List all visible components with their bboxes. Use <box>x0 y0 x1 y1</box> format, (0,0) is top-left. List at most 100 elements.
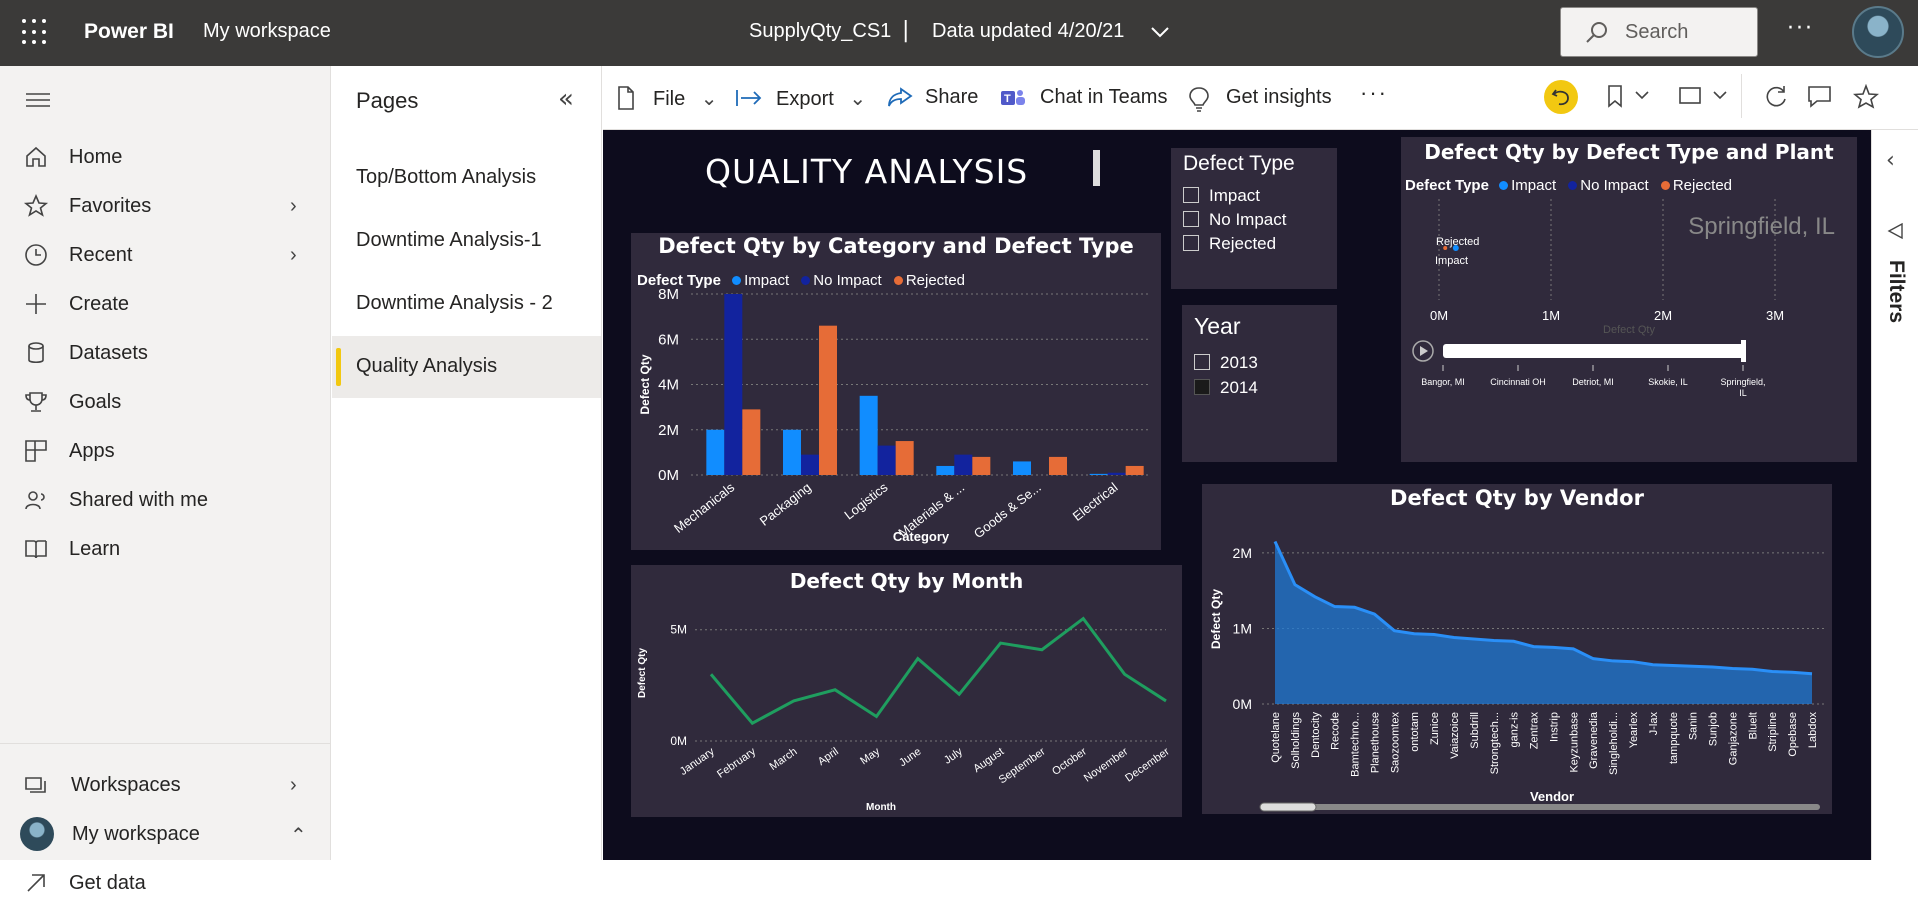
export-menu[interactable]: Export ⌄ <box>736 86 866 111</box>
y-tick-label: 0M <box>670 734 687 748</box>
filters-label[interactable]: Filters <box>1884 260 1908 323</box>
category-bar-chart[interactable]: Defect Qty by Category and Defect Type D… <box>631 233 1161 550</box>
x-tick-label: March <box>768 746 800 773</box>
checkbox[interactable] <box>1183 235 1199 251</box>
plus-icon <box>26 294 46 314</box>
share-label: Share <box>925 86 979 108</box>
hamburger-menu-icon[interactable] <box>26 92 50 108</box>
search-icon <box>1586 22 1607 43</box>
bar <box>783 429 801 475</box>
left-navigation: Home Favorites › Recent › Create Dataset… <box>0 66 331 894</box>
database-icon <box>28 342 44 364</box>
nav-datasets[interactable]: Datasets <box>0 326 331 382</box>
nav-favorites[interactable]: Favorites › <box>0 179 331 235</box>
x-tick-label: ontotam <box>1409 712 1421 752</box>
chevron-down-icon[interactable] <box>1150 22 1170 42</box>
nav-learn[interactable]: Learn <box>0 522 331 578</box>
plant-scatter-chart[interactable]: Defect Qty by Defect Type and Plant Defe… <box>1401 137 1857 462</box>
nav-home-label: Home <box>69 146 123 168</box>
toolbar-divider <box>1741 74 1742 118</box>
brand-name[interactable]: Power BI <box>84 20 174 44</box>
checkbox[interactable] <box>1194 354 1210 370</box>
nav-goals-label: Goals <box>69 391 122 413</box>
nav-get-data[interactable]: Get data <box>0 856 331 912</box>
checkbox[interactable] <box>1183 211 1199 227</box>
nav-apps[interactable]: Apps <box>0 424 331 480</box>
nav-create[interactable]: Create <box>0 277 331 333</box>
x-tick-label: 0M <box>1430 308 1448 323</box>
share-button[interactable]: Share <box>887 86 978 109</box>
nav-workspaces[interactable]: Workspaces › <box>0 758 331 814</box>
slicer-option-rejected[interactable]: Rejected <box>1183 234 1276 254</box>
checkbox[interactable] <box>1183 187 1199 203</box>
year-slicer: Year 2013 2014 <box>1182 305 1337 462</box>
x-tick-label: Quotelane <box>1270 712 1282 763</box>
chevron-up-icon[interactable]: ⌃ <box>290 823 307 848</box>
page-tab[interactable]: Top/Bottom Analysis <box>332 147 601 209</box>
star-icon <box>1853 84 1879 109</box>
more-options-button[interactable]: ··· <box>1787 16 1814 41</box>
bar <box>859 395 878 475</box>
page-tab[interactable]: Downtime Analysis - 2 <box>332 273 601 335</box>
page-tab[interactable]: Downtime Analysis-1 <box>332 210 601 272</box>
y-tick-label: 5M <box>670 623 687 637</box>
slicer-option-2013[interactable]: 2013 <box>1194 353 1258 373</box>
get-insights-button[interactable]: Get insights <box>1188 86 1332 112</box>
x-axis-label: Month <box>866 802 896 813</box>
chat-in-teams-button[interactable]: T Chat in Teams <box>1000 86 1167 109</box>
y-tick-label: 6M <box>658 331 679 348</box>
slicer-option-impact[interactable]: Impact <box>1183 186 1260 206</box>
slicer-title: Year <box>1194 313 1241 339</box>
more-options-button[interactable]: ··· <box>1360 80 1388 106</box>
report-canvas: QUALITY ANALYSIS Defect Type Impact No I… <box>603 130 1871 860</box>
refresh-icon <box>1766 86 1786 107</box>
month-line-chart[interactable]: Defect Qty by Month 0M 5M Defect Qty Januar… <box>631 565 1182 817</box>
report-toolbar: File ⌄ Export ⌄ Share T Chat in Teams Ge… <box>603 66 1918 130</box>
option-label: 2014 <box>1220 378 1258 397</box>
x-tick-label: Bamtechno... <box>1350 712 1362 777</box>
x-tick-label: Logistics <box>841 479 890 522</box>
x-tick-label: Planethouse <box>1369 712 1381 773</box>
title-separator: | <box>902 18 910 43</box>
file-menu[interactable]: File ⌄ <box>617 86 718 111</box>
x-tick-label: December <box>1123 745 1172 784</box>
play-axis-track <box>1443 344 1745 358</box>
x-tick-label: tampquote <box>1668 712 1680 764</box>
checkbox-checked[interactable] <box>1194 379 1210 395</box>
avatar[interactable] <box>1852 6 1904 58</box>
x-tick-label: Singleholdi... <box>1608 712 1620 775</box>
x-tick-label: Sanin <box>1688 712 1700 740</box>
nav-goals[interactable]: Goals <box>0 375 331 431</box>
search-box[interactable]: Search <box>1560 7 1758 57</box>
nav-my-workspace[interactable]: My workspace ⌃ <box>0 807 331 863</box>
chevron-right-icon[interactable]: › <box>290 195 297 218</box>
nav-shared-with-me[interactable]: Shared with me <box>0 473 331 529</box>
y-tick-label: 1M <box>1233 620 1252 636</box>
defect-type-slicer: Defect Type Impact No Impact Rejected <box>1171 148 1337 289</box>
share-icon <box>888 87 913 107</box>
slicer-option-2014[interactable]: 2014 <box>1194 378 1258 398</box>
page-tab-active[interactable]: Quality Analysis <box>332 336 601 398</box>
chevron-right-icon[interactable]: › <box>290 244 297 267</box>
x-tick-label: Ganjazone <box>1727 712 1739 765</box>
chevron-down-icon: ⌄ <box>700 88 718 110</box>
shared-icon <box>25 491 45 510</box>
vendor-area-chart[interactable]: Defect Qty by Vendor 0M 1M 2M Defect Qty Quo… <box>1202 484 1832 814</box>
play-axis-label: Springfield, <box>1720 377 1765 387</box>
nav-recent[interactable]: Recent › <box>0 228 331 284</box>
play-axis-label: Skokie, IL <box>1648 377 1688 387</box>
point-label: Rejected <box>1436 236 1479 248</box>
chevron-right-icon[interactable]: › <box>290 774 297 797</box>
nav-home[interactable]: Home <box>0 130 331 186</box>
data-updated-label[interactable]: Data updated 4/20/21 <box>932 20 1124 43</box>
arrow-up-right-icon <box>27 874 45 892</box>
x-tick-label: May <box>858 745 882 767</box>
slicer-option-no-impact[interactable]: No Impact <box>1183 210 1286 230</box>
app-launcher-icon[interactable] <box>22 19 48 45</box>
chevron-left-icon[interactable]: ‹ <box>1886 148 1895 173</box>
workspace-link[interactable]: My workspace <box>203 20 331 43</box>
reset-button[interactable] <box>1544 80 1578 114</box>
star-icon <box>23 193 49 217</box>
bar <box>1089 473 1108 475</box>
collapse-pane-icon[interactable]: « <box>558 84 574 114</box>
